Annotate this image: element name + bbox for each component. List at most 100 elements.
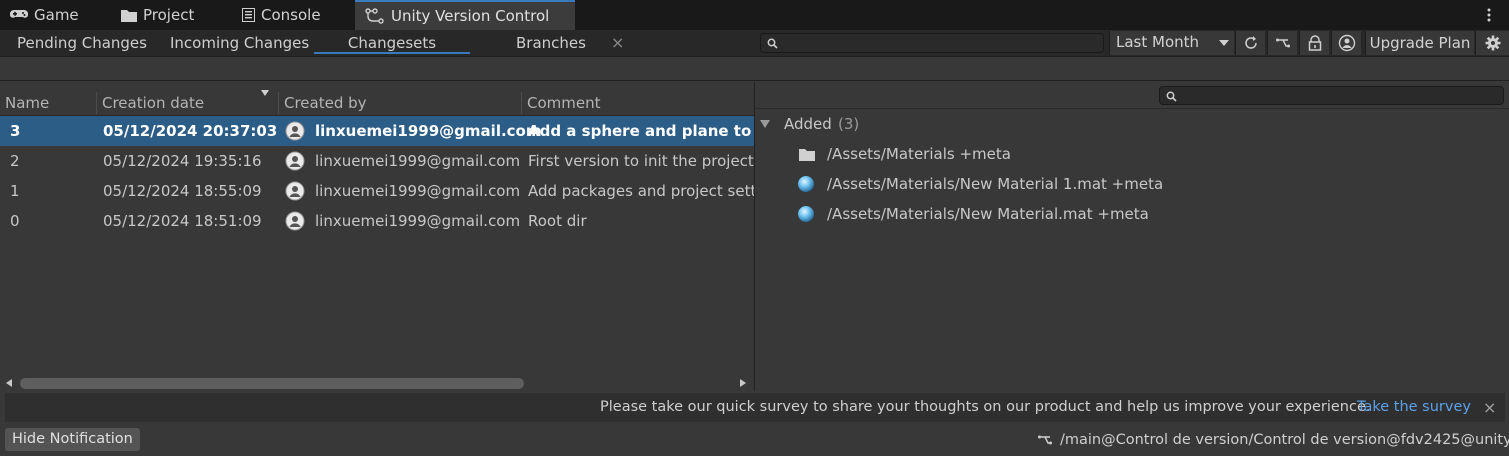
cell-creation-date: 05/12/2024 18:51:09: [103, 212, 262, 230]
account-button[interactable]: [1331, 31, 1361, 55]
tab-incoming-changes[interactable]: Incoming Changes: [170, 30, 309, 56]
cell-created-by: linxuemei1999@gmail.com: [315, 152, 521, 170]
tab-branches[interactable]: Branches: [516, 30, 586, 56]
tab-unity-version-control[interactable]: Unity Version Control: [355, 0, 575, 30]
branch-icon: [1275, 37, 1291, 49]
column-header-creation-date[interactable]: Creation date: [102, 88, 204, 116]
column-header-name[interactable]: Name: [5, 88, 49, 116]
column-divider[interactable]: [96, 92, 97, 114]
material-sphere-icon: [797, 205, 815, 223]
tab-game-label: Game: [34, 6, 79, 24]
user-avatar-icon: [285, 121, 305, 141]
column-divider[interactable]: [521, 92, 522, 114]
cell-created-by: linxuemei1999@gmail.com: [315, 122, 542, 140]
tab-console[interactable]: Console: [242, 0, 321, 30]
material-sphere-icon: [797, 175, 815, 193]
lock-icon: [1308, 35, 1322, 51]
list-item[interactable]: /Assets/Materials +meta: [755, 139, 1509, 169]
status-bar: Hide Notification /main@Control de versi…: [0, 424, 1509, 456]
added-group-count: (3): [838, 115, 860, 133]
more-options-icon[interactable]: [1486, 8, 1492, 22]
cell-comment: First version to init the project: [528, 152, 754, 170]
notification-message: Please take our quick survey to share yo…: [600, 399, 1371, 415]
changeset-details-pane: Added (3) /Assets/Materials +meta /Asset…: [755, 82, 1509, 391]
changesets-search-input[interactable]: [760, 33, 1104, 53]
date-filter-dropdown[interactable]: Last Month: [1109, 31, 1234, 55]
sort-descending-icon: [261, 90, 269, 96]
tab-console-label: Console: [261, 6, 321, 24]
table-row[interactable]: 3 05/12/2024 20:37:03 linxuemei1999@gmai…: [0, 116, 754, 146]
cell-name: 0: [10, 212, 20, 230]
list-item[interactable]: /Assets/Materials/New Material.mat +meta: [755, 199, 1509, 229]
toolbar-spacer: [0, 57, 1509, 81]
sub-tab-toolbar: Pending Changes Incoming Changes Changes…: [0, 30, 1509, 57]
horizontal-scrollbar[interactable]: [0, 375, 754, 391]
cell-creation-date: 05/12/2024 18:55:09: [103, 182, 262, 200]
table-row[interactable]: 0 05/12/2024 18:51:09 linxuemei1999@gmai…: [0, 206, 754, 236]
cell-creation-date: 05/12/2024 19:35:16: [103, 152, 262, 170]
column-divider[interactable]: [278, 92, 279, 114]
cell-created-by: linxuemei1999@gmail.com: [315, 182, 521, 200]
date-filter-value: Last Month: [1116, 33, 1200, 51]
column-header-comment[interactable]: Comment: [527, 88, 601, 116]
expand-triangle-icon[interactable]: [760, 120, 770, 128]
tab-project[interactable]: Project: [121, 0, 194, 30]
list-item[interactable]: /Assets/Materials/New Material 1.mat +me…: [755, 169, 1509, 199]
window-tab-bar: Game Project Console Unity Version Contr…: [0, 0, 1509, 30]
changed-item-path: /Assets/Materials/New Material.mat +meta: [827, 205, 1149, 223]
hide-notification-button[interactable]: Hide Notification: [5, 428, 140, 451]
user-avatar-icon: [285, 211, 305, 231]
search-icon: [1166, 91, 1177, 102]
cell-creation-date: 05/12/2024 20:37:03: [103, 122, 278, 140]
added-group-label: Added: [784, 115, 832, 133]
gear-icon: [1485, 35, 1501, 51]
chevron-down-icon: [1219, 40, 1229, 46]
refresh-icon: [1243, 35, 1259, 51]
scrollbar-thumb[interactable]: [20, 378, 524, 389]
details-search-input[interactable]: [1159, 86, 1504, 105]
user-avatar-icon: [285, 181, 305, 201]
folder-icon: [799, 148, 815, 161]
cell-comment: Root dir: [528, 212, 587, 230]
scroll-left-icon[interactable]: [6, 379, 12, 387]
console-icon: [242, 8, 255, 22]
column-header-created-by[interactable]: Created by: [284, 88, 367, 116]
tab-uvc-label: Unity Version Control: [391, 7, 550, 25]
folder-icon: [121, 9, 137, 22]
workspace-path[interactable]: /main@Control de version/Control de vers…: [1060, 424, 1509, 456]
user-settings-icon: [1338, 34, 1356, 52]
branch-graph-icon: [365, 8, 385, 24]
scroll-right-icon[interactable]: [740, 379, 746, 387]
cell-comment: Add a sphere and plane to Scene: [528, 122, 754, 140]
changed-item-path: /Assets/Materials +meta: [827, 145, 1011, 163]
changed-item-path: /Assets/Materials/New Material 1.mat +me…: [827, 175, 1164, 193]
details-header: [755, 82, 1509, 109]
settings-button[interactable]: [1475, 31, 1509, 55]
table-row[interactable]: 1 05/12/2024 18:55:09 linxuemei1999@gmai…: [0, 176, 754, 206]
active-tab-indicator: [314, 52, 470, 54]
cell-comment: Add packages and project settings: [528, 182, 754, 200]
close-branches-tab-button[interactable]: ×: [611, 30, 624, 56]
added-group-header[interactable]: Added (3): [755, 110, 1509, 138]
cell-name: 2: [10, 152, 20, 170]
take-survey-link[interactable]: Take the survey: [1357, 393, 1471, 422]
search-icon: [767, 38, 778, 49]
changesets-list-pane: Name Creation date Created by Comment 3 …: [0, 82, 754, 391]
cell-name: 3: [10, 122, 21, 140]
tab-pending-changes[interactable]: Pending Changes: [17, 30, 147, 56]
tab-game[interactable]: Game: [10, 0, 79, 30]
branch-icon: [1037, 434, 1053, 446]
lock-button[interactable]: [1299, 31, 1329, 55]
user-avatar-icon: [285, 151, 305, 171]
refresh-button[interactable]: [1235, 31, 1265, 55]
tab-project-label: Project: [143, 6, 195, 24]
branch-button[interactable]: [1267, 31, 1297, 55]
close-notification-button[interactable]: ×: [1483, 393, 1496, 422]
table-header: Name Creation date Created by Comment: [0, 88, 754, 116]
survey-notification: Please take our quick survey to share yo…: [5, 393, 1505, 422]
table-row[interactable]: 2 05/12/2024 19:35:16 linxuemei1999@gmai…: [0, 146, 754, 176]
cell-name: 1: [10, 182, 20, 200]
upgrade-plan-button[interactable]: Upgrade Plan: [1365, 31, 1474, 55]
cell-created-by: linxuemei1999@gmail.com: [315, 212, 521, 230]
gamepad-icon: [10, 9, 28, 21]
